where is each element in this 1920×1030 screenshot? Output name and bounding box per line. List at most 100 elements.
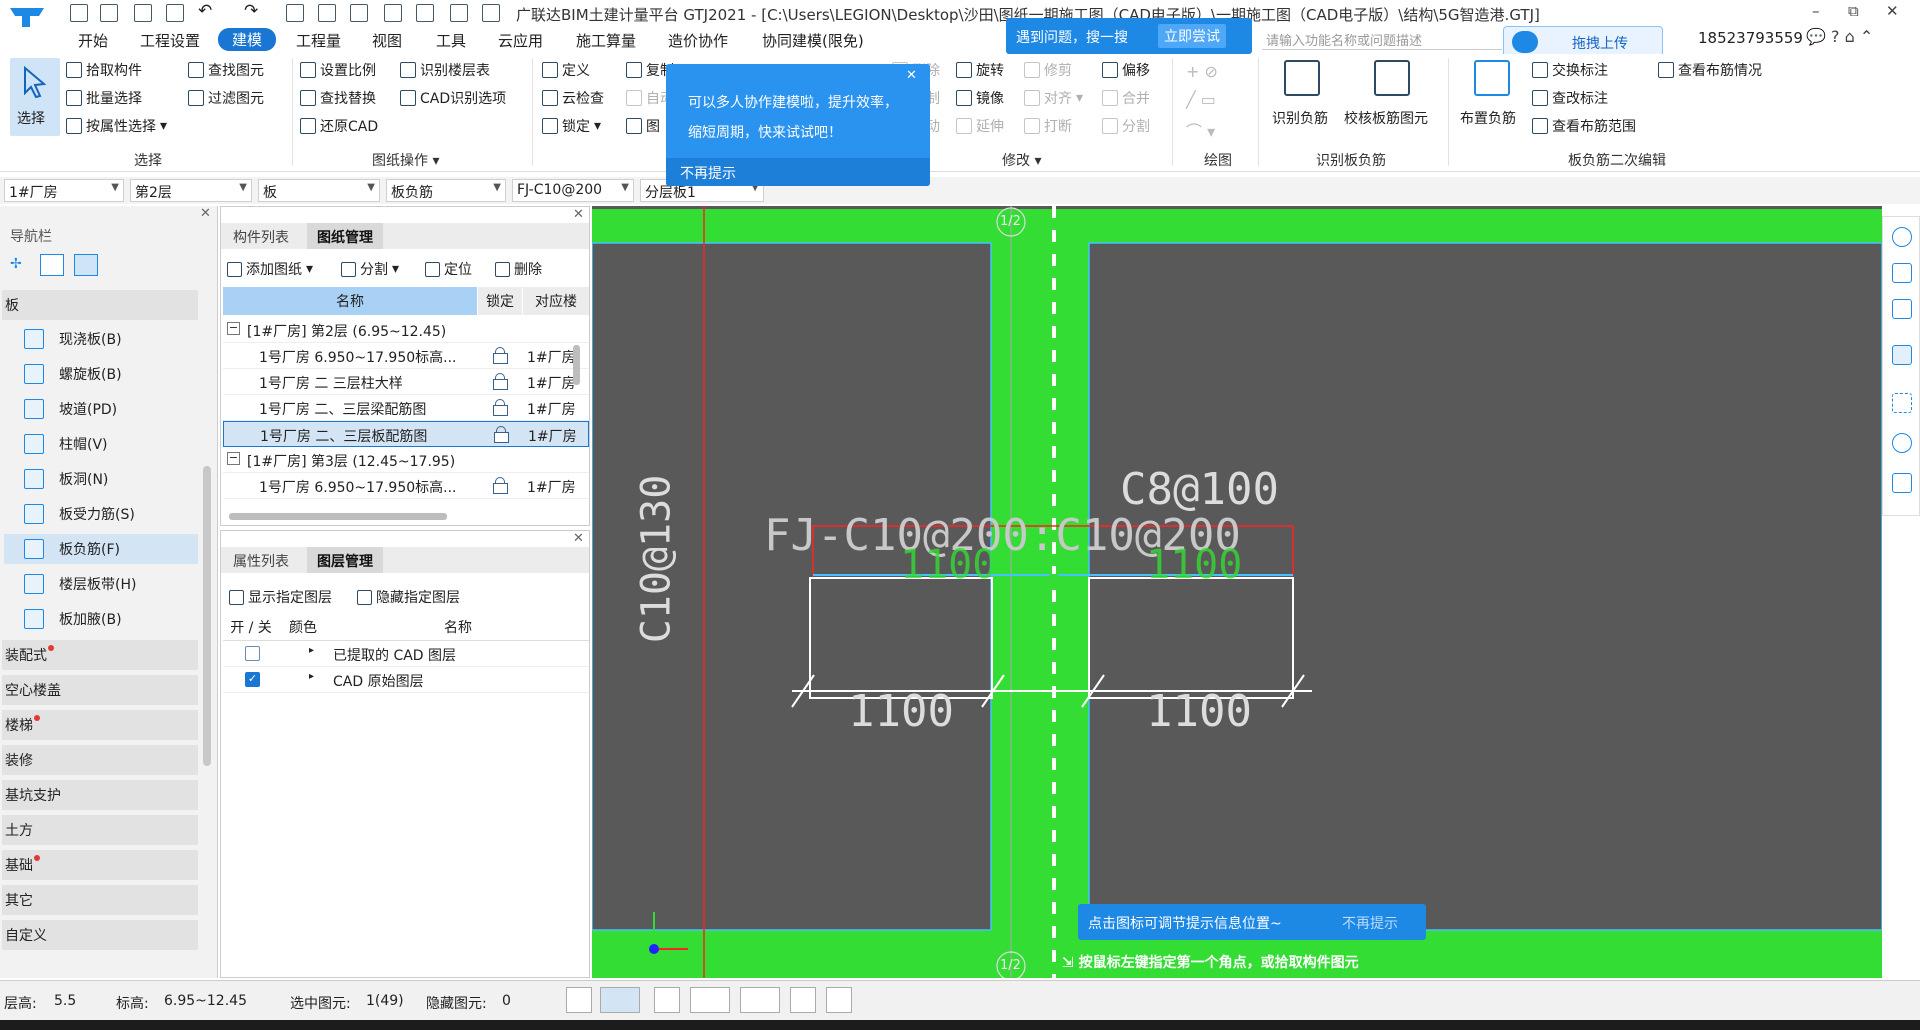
horizontal-scrollbar[interactable] <box>229 513 447 520</box>
layer-row[interactable]: ▸ 已提取的 CAD 图层 <box>223 641 589 667</box>
nav-category-prefab[interactable]: 装配式 <box>2 640 198 670</box>
drawing-canvas[interactable]: 1/2 1/2 C10@130 C8@100 FJ-C10@200:C10@20… <box>592 206 1882 978</box>
view-range-button[interactable]: 查看布筋范围 <box>1532 116 1636 136</box>
nav-category-pit-support[interactable]: 基坑支护 <box>2 780 198 810</box>
nav-item-spiral-slab[interactable]: 螺旋板(B) <box>4 359 198 389</box>
type-select[interactable]: 板负筋 ▼ <box>386 179 506 202</box>
expand-arrow-icon[interactable]: ▸ <box>309 645 314 656</box>
trim-button[interactable]: 修剪 <box>1024 60 1072 80</box>
3d-view-icon[interactable] <box>1892 263 1912 283</box>
align-button[interactable]: 对齐 ▾ <box>1024 88 1083 108</box>
nav-item-cast-slab[interactable]: 现浇板(B) <box>4 324 198 354</box>
menu-cost-collab[interactable]: 造价协作 <box>668 30 728 51</box>
cloud-check-button[interactable]: 云检查 <box>542 88 604 108</box>
try-now-button[interactable]: 立即尝试 <box>1158 24 1226 48</box>
nav-item-ramp[interactable]: 坡道(PD) <box>4 394 198 424</box>
lock-icon[interactable] <box>493 477 508 494</box>
nav-category-foundation[interactable]: 基础 <box>2 850 198 880</box>
collapse-toggle[interactable]: − <box>227 452 240 465</box>
panel-close-icon[interactable]: ✕ <box>573 531 584 546</box>
nav-category-hollow-floor[interactable]: 空心楼盖 <box>2 675 198 705</box>
nav-item-slab-strip[interactable]: 楼层板带(H) <box>4 569 198 599</box>
open-folder-icon[interactable] <box>134 4 152 22</box>
add-drawing-button[interactable]: 添加图纸 ▾ <box>227 259 313 279</box>
table-icon[interactable] <box>350 4 368 22</box>
find-replace-button[interactable]: 查找替换 <box>300 88 376 108</box>
restore-cad-button[interactable]: 还原CAD <box>300 116 378 136</box>
layer-button[interactable]: 图 <box>626 116 660 136</box>
modify-group-label[interactable]: 修改 ▾ <box>1002 150 1041 170</box>
set-scale-button[interactable]: 设置比例 <box>300 60 376 80</box>
merge-button[interactable]: 合并 <box>1102 88 1150 108</box>
draw-line-icon[interactable]: ╱ ▭ <box>1186 90 1216 109</box>
draw-point-icon[interactable]: + ⊘ <box>1186 62 1218 81</box>
nav-item-slab-hole[interactable]: 板洞(N) <box>4 464 198 494</box>
nav-item-negative-rebar[interactable]: 板负筋(F) <box>4 534 198 564</box>
drawing-row-selected[interactable]: 1号厂房 二、三层板配筋图 1#厂房 <box>223 421 589 447</box>
pin-icon[interactable]: ✢ <box>10 256 22 272</box>
canvas-dismiss-button[interactable]: 不再提示 <box>1342 913 1398 933</box>
check-rebar-button[interactable]: 校核板筋图元 <box>1340 58 1440 138</box>
floor-select[interactable]: 第2层 ▼ <box>130 179 252 202</box>
mirror-button[interactable]: 镜像 <box>956 88 1004 108</box>
drawing-row[interactable]: 1号厂房 二、三层梁配筋图 1#厂房 <box>223 395 589 421</box>
break-button[interactable]: 打断 <box>1024 116 1072 136</box>
filter-element-button[interactable]: 过滤图元 <box>188 88 264 108</box>
help-icons[interactable]: 💬 ? ⌂ ⌃ <box>1806 27 1873 46</box>
define-button[interactable]: 定义 <box>542 60 590 80</box>
menu-quantity[interactable]: 工程量 <box>296 30 341 51</box>
nav-category-stairs[interactable]: 楼梯 <box>2 710 198 740</box>
identify-floor-table-button[interactable]: 识别楼层表 <box>400 60 490 80</box>
locate-button[interactable]: 定位 <box>425 259 472 279</box>
menu-cloud[interactable]: 云应用 <box>498 30 543 51</box>
tree-icon[interactable] <box>384 4 402 22</box>
edit-label-button[interactable]: 查改标注 <box>1532 88 1608 108</box>
rotate-button[interactable]: 旋转 <box>956 60 1004 80</box>
lock-icon[interactable] <box>493 373 508 390</box>
extend-button[interactable]: 延伸 <box>956 116 1004 136</box>
tab-drawing-management[interactable]: 图纸管理 <box>307 223 383 249</box>
angle-snap-icon[interactable] <box>690 987 730 1013</box>
menu-tools[interactable]: 工具 <box>436 30 466 51</box>
cad-options-button[interactable]: CAD识别选项 <box>400 88 506 108</box>
orbit-icon[interactable] <box>1892 227 1912 247</box>
menu-project-settings[interactable]: 工程设置 <box>140 30 200 51</box>
drawing-row[interactable]: 1号厂房 6.950~17.950标高... 1#厂房 <box>223 473 589 499</box>
drawing-row[interactable]: 1号厂房 6.950~17.950标高... 1#厂房 <box>223 343 589 369</box>
menu-modeling[interactable]: 建模 <box>218 28 277 51</box>
tab-layer-management[interactable]: 图层管理 <box>307 547 383 573</box>
nav-category-custom[interactable]: 自定义 <box>2 920 198 950</box>
tree-group-row[interactable]: − [1#厂房] 第3层 (12.45~17.95) <box>223 447 589 473</box>
detail-view-icon[interactable] <box>74 254 98 276</box>
new-file-icon[interactable] <box>70 4 88 22</box>
blank-file-icon[interactable] <box>100 4 118 22</box>
nav-item-slab-haunch[interactable]: 板加腋(B) <box>4 604 198 634</box>
lock-button[interactable]: 锁定 ▾ <box>542 116 601 136</box>
menu-view[interactable]: 视图 <box>372 30 402 51</box>
restore-button[interactable]: ⧉ <box>1848 2 1859 20</box>
view-layout-button[interactable]: 查看布筋情况 <box>1658 60 1762 80</box>
expand-arrow-icon[interactable]: ▸ <box>309 671 314 682</box>
panel-close-icon[interactable]: ✕ <box>573 207 584 222</box>
ortho-toggle-icon[interactable] <box>566 987 592 1013</box>
vertical-scrollbar[interactable] <box>573 345 580 385</box>
sum-icon[interactable] <box>286 4 304 22</box>
collapse-toggle[interactable]: − <box>227 322 240 335</box>
collab-dismiss-button[interactable]: 不再提示 <box>680 163 736 183</box>
nav-close-icon[interactable]: ✕ <box>200 206 211 221</box>
nav-category-decoration[interactable]: 装修 <box>2 745 198 775</box>
layer-toggle-checkbox[interactable]: ✓ <box>245 672 260 687</box>
save-icon[interactable] <box>166 4 184 22</box>
drawing-row[interactable]: 1号厂房 二 三层柱大样 1#厂房 <box>223 369 589 395</box>
category-select[interactable]: 板 ▼ <box>258 179 380 202</box>
pick-component-button[interactable]: 拾取构件 <box>66 60 142 80</box>
tree-group-row[interactable]: − [1#厂房] 第2层 (6.95~12.45) <box>223 317 589 343</box>
grid-icon[interactable] <box>450 4 468 22</box>
fullscreen-icon[interactable] <box>1892 393 1912 413</box>
menu-construction[interactable]: 施工算量 <box>576 30 636 51</box>
tab-property-list[interactable]: 属性列表 <box>223 547 299 573</box>
drawing-group-label[interactable]: 图纸操作 ▾ <box>372 150 439 170</box>
nav-scrollbar[interactable] <box>203 466 211 766</box>
tab-component-list[interactable]: 构件列表 <box>223 223 299 249</box>
arc-snap-icon[interactable] <box>826 987 852 1013</box>
